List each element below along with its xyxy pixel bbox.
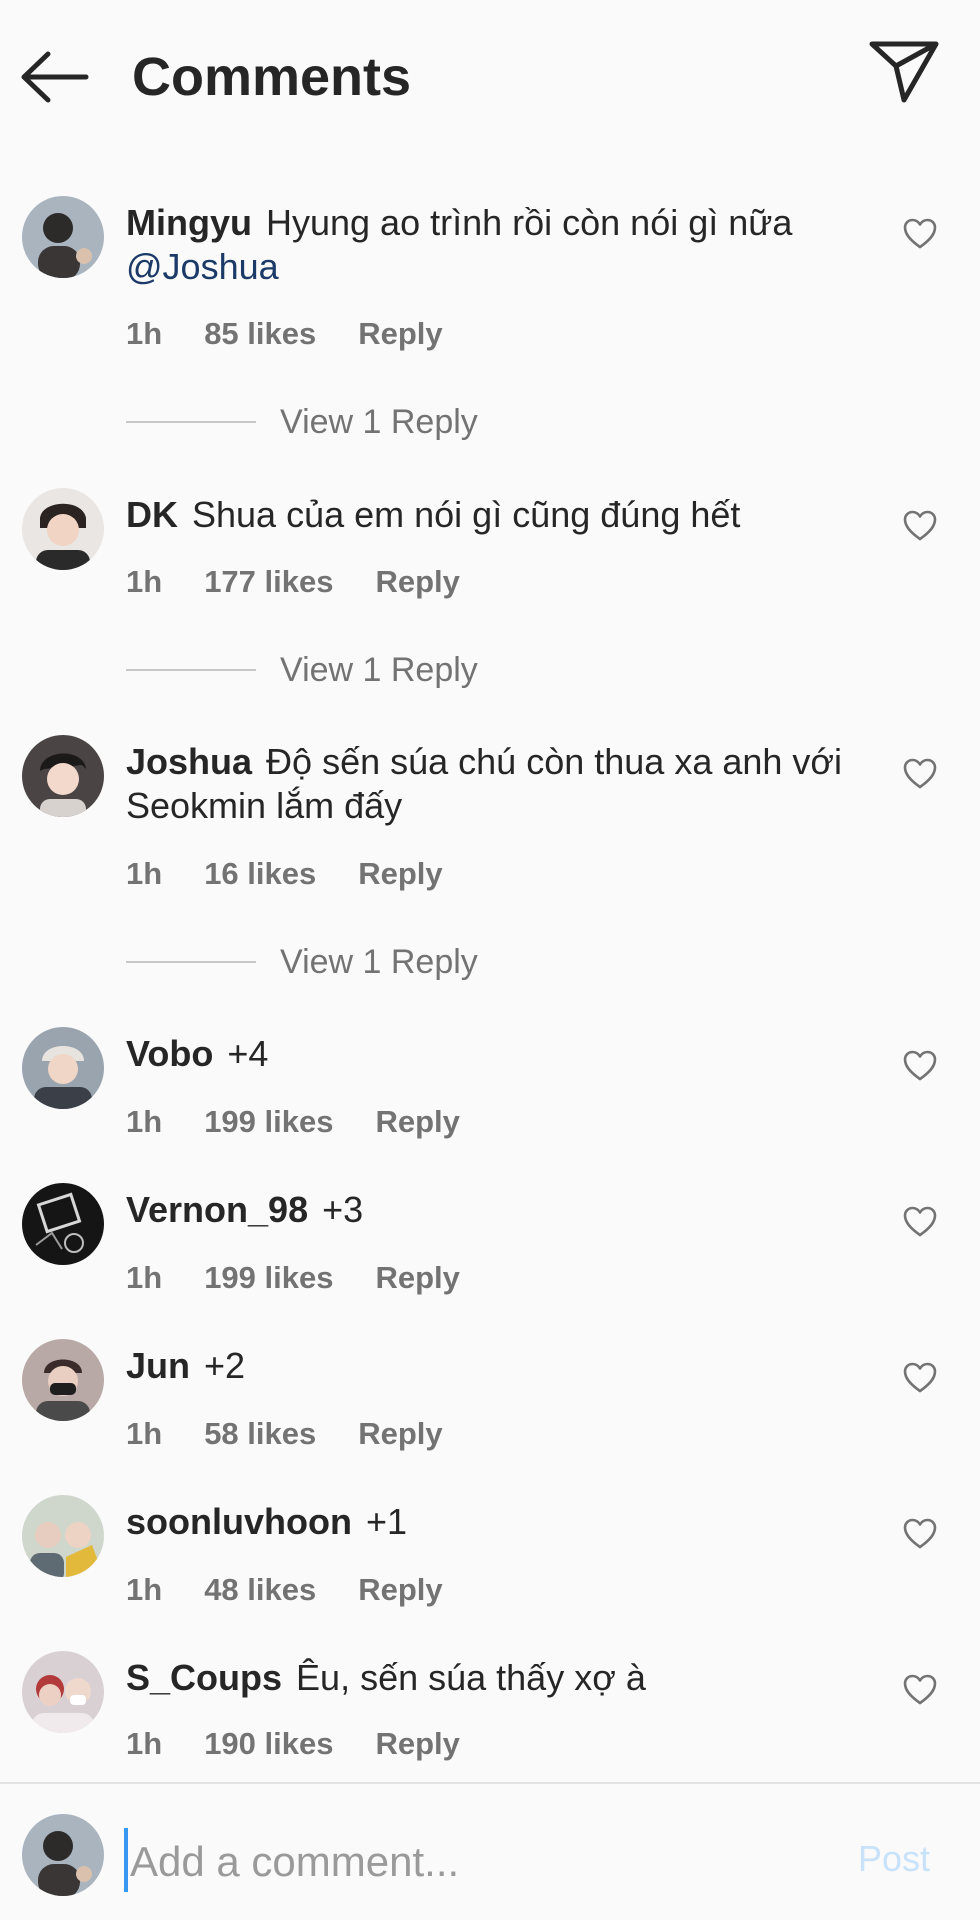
reply-line [126,421,256,423]
comment-text: +1 [365,1501,408,1542]
comment-meta: 1h 177 likes Reply [126,564,502,600]
like-button[interactable] [902,1048,938,1084]
comment-composer: Post [0,1784,980,1920]
comment-username[interactable]: Mingyu [126,202,252,243]
comment-time: 1h [126,856,163,891]
comment-username[interactable]: S_Coups [126,1657,282,1698]
reply-button[interactable]: Reply [375,1104,459,1139]
heart-icon [903,1050,937,1081]
heart-icon [903,510,937,541]
view-replies-button[interactable]: View 1 Reply [126,402,478,442]
like-button[interactable] [902,1204,938,1240]
comment-meta: 1h 58 likes Reply [126,1416,485,1452]
comment-text: +2 [204,1345,246,1386]
arrow-left-icon [21,51,89,103]
avatar[interactable] [22,1495,104,1577]
comment-time: 1h [126,1726,163,1761]
likes-count[interactable]: 16 likes [204,856,316,891]
avatar[interactable] [22,735,104,817]
comment-username[interactable]: Joshua [126,741,252,782]
post-button[interactable]: Post [858,1838,930,1880]
paper-plane-icon [869,41,939,103]
heart-icon [903,758,937,789]
comment-meta: 1h 199 likes Reply [126,1104,502,1140]
view-replies-label: View 1 Reply [280,402,478,441]
avatar[interactable] [22,1183,104,1265]
reply-button[interactable]: Reply [358,1416,442,1451]
comment-text: +3 [322,1189,364,1230]
comment-username[interactable]: Vernon_98 [126,1189,308,1230]
reply-button[interactable]: Reply [358,1572,442,1607]
comment-meta: 1h 85 likes Reply [126,316,485,352]
comment-time: 1h [126,1104,163,1139]
like-button[interactable] [902,756,938,792]
likes-count[interactable]: 177 likes [204,564,333,599]
reply-button[interactable]: Reply [358,316,442,351]
reply-line [126,669,256,671]
current-user-avatar [22,1814,104,1896]
comment-text: Hyung ao trình rồi còn nói gì nữa [265,202,793,243]
likes-count[interactable]: 58 likes [204,1416,316,1451]
likes-count[interactable]: 190 likes [204,1726,333,1761]
comment-time: 1h [126,1572,163,1607]
comment-username[interactable]: Vobo [126,1033,213,1074]
avatar[interactable] [22,1651,104,1733]
comment-text: +4 [227,1033,269,1074]
comment-time: 1h [126,1260,163,1295]
comment-text: Shua của em nói gì cũng đúng hết [192,494,741,535]
avatar[interactable] [22,1027,104,1109]
comment-text: Êu, sến súa thấy xợ à [296,1657,646,1698]
heart-icon [903,1362,937,1393]
page-title: Comments [132,47,412,107]
likes-count[interactable]: 48 likes [204,1572,316,1607]
comment-meta: 1h 16 likes Reply [126,856,485,892]
likes-count[interactable]: 199 likes [204,1104,333,1139]
comment-time: 1h [126,316,163,351]
like-button[interactable] [902,508,938,544]
like-button[interactable] [902,1672,938,1708]
view-replies-button[interactable]: View 1 Reply [126,650,478,690]
view-replies-button[interactable]: View 1 Reply [126,942,478,982]
mention-link[interactable]: @Joshua [126,246,279,287]
comment-input[interactable] [126,1824,826,1900]
like-button[interactable] [902,1516,938,1552]
avatar[interactable] [22,1339,104,1421]
comment-time: 1h [126,564,163,599]
comment-username[interactable]: soonluvhoon [126,1501,352,1542]
reply-button[interactable]: Reply [375,564,459,599]
comment-time: 1h [126,1416,163,1451]
reply-button[interactable]: Reply [375,1726,459,1761]
likes-count[interactable]: 85 likes [204,316,316,351]
view-replies-label: View 1 Reply [280,942,478,981]
comment-meta: 1h 190 likes Reply [126,1726,502,1762]
avatar[interactable] [22,488,104,570]
likes-count[interactable]: 199 likes [204,1260,333,1295]
share-button[interactable] [868,38,940,106]
heart-icon [903,218,937,249]
heart-icon [903,1518,937,1549]
comment-username[interactable]: DK [126,494,178,535]
comment-username[interactable]: Jun [126,1345,190,1386]
view-replies-label: View 1 Reply [280,650,478,689]
heart-icon [903,1674,937,1705]
like-button[interactable] [902,1360,938,1396]
reply-line [126,961,256,963]
header-bar: Comments [0,0,980,150]
like-button[interactable] [902,216,938,252]
heart-icon [903,1206,937,1237]
avatar[interactable] [22,196,104,278]
comment-meta: 1h 199 likes Reply [126,1260,502,1296]
comment-meta: 1h 48 likes Reply [126,1572,485,1608]
reply-button[interactable]: Reply [358,856,442,891]
reply-button[interactable]: Reply [375,1260,459,1295]
back-button[interactable] [18,46,92,108]
